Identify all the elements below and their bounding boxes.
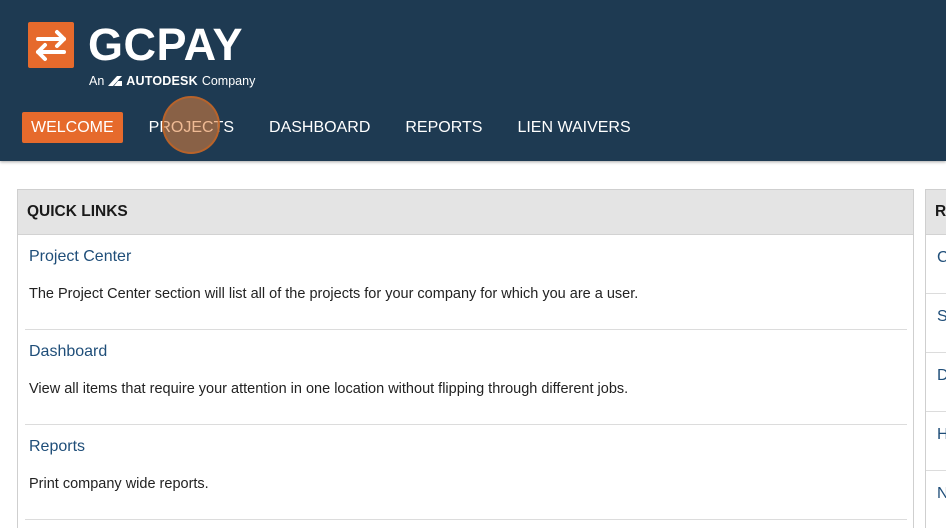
- right-panel-item-label[interactable]: N: [937, 485, 946, 503]
- nav-welcome[interactable]: WELCOME: [22, 112, 123, 143]
- nav-lien-waivers[interactable]: LIEN WAIVERS: [508, 112, 639, 143]
- right-panel-title: R: [926, 190, 946, 235]
- autodesk-mark-icon: [108, 76, 123, 86]
- right-side-panel: R C S D H N: [925, 189, 946, 528]
- logo-wordmark: GCPAY: [88, 19, 244, 70]
- right-panel-item[interactable]: S: [926, 294, 946, 353]
- dashboard-description: View all items that require your attenti…: [29, 381, 629, 397]
- nav-projects[interactable]: PROJECTS: [140, 112, 243, 143]
- right-panel-item-label[interactable]: D: [937, 367, 946, 385]
- logo-sub-suffix: Company: [201, 74, 256, 88]
- logo-subtitle: An AUTODESK Company: [89, 73, 255, 89]
- project-center-description: The Project Center section will list all…: [29, 286, 639, 302]
- quick-link-item: Project Center The Project Center sectio…: [25, 235, 907, 330]
- right-panel-item[interactable]: D: [926, 353, 946, 412]
- right-panel-item[interactable]: H: [926, 412, 946, 471]
- right-panel-item-label[interactable]: C: [937, 249, 946, 267]
- quick-links-panel: QUICK LINKS Project Center The Project C…: [17, 189, 914, 528]
- top-header: GCPAY An AUTODESK Company WELCOME PROJEC…: [0, 0, 946, 161]
- dashboard-link[interactable]: Dashboard: [29, 343, 107, 361]
- right-panel-item-label[interactable]: S: [937, 308, 946, 326]
- quick-link-item: Reports Print company wide reports.: [25, 425, 907, 520]
- nav-dashboard[interactable]: DASHBOARD: [260, 112, 379, 143]
- reports-link[interactable]: Reports: [29, 438, 85, 456]
- right-panel-item[interactable]: N: [926, 471, 946, 528]
- main-nav: WELCOME PROJECTS DASHBOARD REPORTS LIEN …: [22, 112, 657, 143]
- quick-link-item: Dashboard View all items that require yo…: [25, 330, 907, 425]
- logo-sub-prefix: An: [89, 74, 105, 88]
- project-center-link[interactable]: Project Center: [29, 248, 131, 266]
- right-panel-item-label[interactable]: H: [937, 426, 946, 444]
- exchange-arrows-icon: [28, 22, 74, 68]
- reports-description: Print company wide reports.: [29, 476, 209, 492]
- quick-links-title: QUICK LINKS: [18, 190, 913, 235]
- right-panel-item[interactable]: C: [926, 235, 946, 294]
- logo-sub-brand: AUTODESK: [126, 74, 198, 88]
- gcpay-logo[interactable]: GCPAY An AUTODESK Company: [28, 19, 268, 92]
- nav-reports[interactable]: REPORTS: [396, 112, 491, 143]
